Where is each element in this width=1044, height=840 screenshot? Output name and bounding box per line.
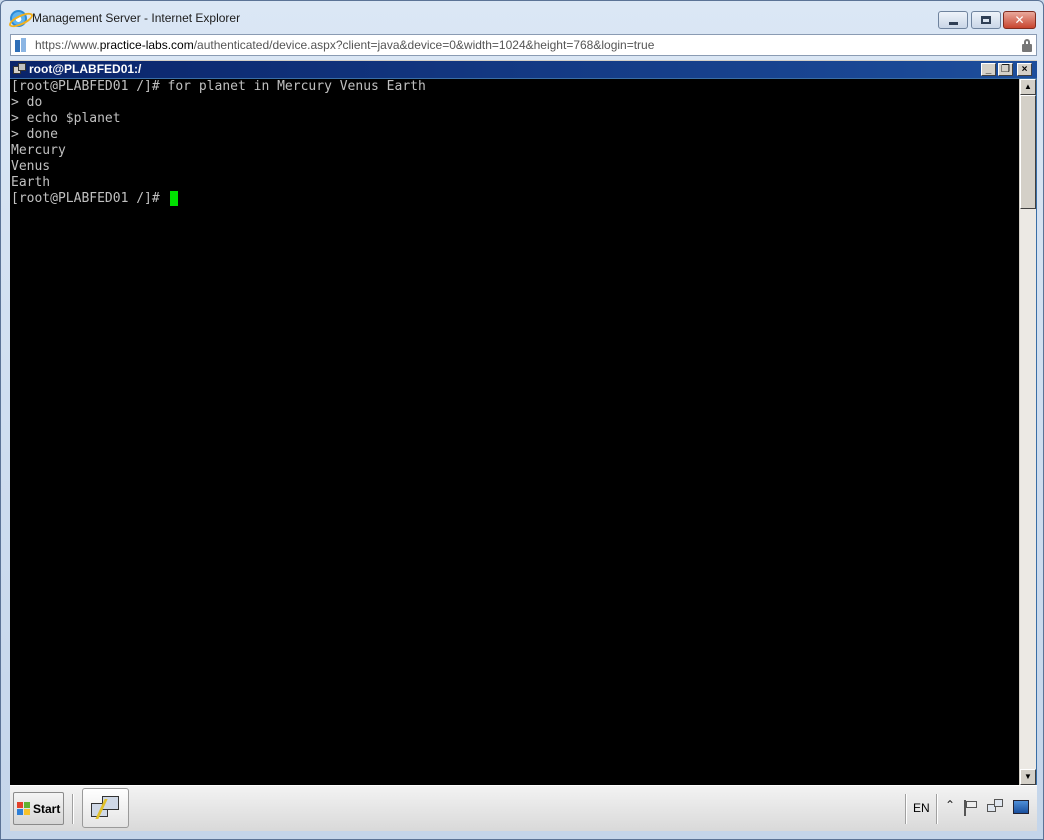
taskbar-separator — [72, 794, 74, 824]
site-icon — [15, 38, 29, 53]
close-icon: ✕ — [1014, 13, 1025, 27]
terminal-line: Earth — [11, 175, 51, 190]
terminal-output: [root@PLABFED01 /]# for planet in Mercur… — [11, 79, 426, 207]
terminal-screen[interactable]: [root@PLABFED01 /]# for planet in Mercur… — [10, 79, 1019, 785]
minimize-button[interactable] — [938, 11, 968, 29]
close-button[interactable]: ✕ — [1003, 11, 1036, 29]
address-url[interactable]: https://www.practice-labs.com/authentica… — [35, 38, 654, 52]
minimize-icon — [948, 21, 958, 25]
url-domain: practice-labs.com — [99, 38, 194, 52]
tray-separator — [936, 794, 938, 824]
terminal-restore-button[interactable]: ❐ — [998, 63, 1013, 76]
terminal-prompt: [root@PLABFED01 /]# — [11, 191, 168, 206]
action-center-flag-icon[interactable] — [963, 800, 979, 816]
lock-icon[interactable] — [1022, 39, 1032, 52]
browser-window: Management Server - Internet Explorer ✕ … — [0, 0, 1044, 840]
terminal-line: > echo $planet — [11, 111, 121, 126]
terminal-titlebar[interactable]: root@PLABFED01:/ _ ❐ × — [10, 60, 1037, 78]
scroll-up-button[interactable]: ▲ — [1020, 79, 1036, 95]
show-desktop-icon[interactable] — [1013, 800, 1029, 814]
start-label: Start — [33, 801, 61, 816]
taskbar: Start EN ⌃ — [10, 785, 1037, 831]
maximize-button[interactable] — [971, 11, 1001, 29]
terminal-title: root@PLABFED01:/ — [29, 62, 142, 76]
tray-separator — [905, 794, 907, 824]
terminal-line: Venus — [11, 159, 51, 174]
browser-title: Management Server - Internet Explorer — [32, 11, 241, 25]
internet-explorer-icon — [10, 10, 27, 27]
show-hidden-icons-icon[interactable]: ⌃ — [945, 798, 955, 812]
browser-titlebar[interactable]: Management Server - Internet Explorer ✕ — [1, 1, 1043, 35]
terminal-close-button[interactable]: × — [1017, 63, 1032, 76]
network-computers-icon — [91, 795, 121, 823]
language-indicator[interactable]: EN — [913, 801, 930, 815]
address-bar[interactable]: https://www.practice-labs.com/authentica… — [10, 34, 1037, 56]
start-button[interactable]: Start — [13, 792, 64, 825]
terminal-line: > do — [11, 95, 43, 110]
terminal-cursor — [169, 191, 178, 206]
terminal-line: Mercury — [11, 143, 66, 158]
scroll-down-button[interactable]: ▼ — [1020, 769, 1036, 785]
terminal-line: > done — [11, 127, 58, 142]
url-prefix: https://www. — [35, 38, 100, 52]
taskbar-app-putty[interactable] — [82, 788, 129, 828]
maximize-icon — [981, 16, 991, 24]
terminal-scrollbar[interactable]: ▲ ▼ — [1019, 79, 1036, 785]
network-icon[interactable] — [987, 799, 1005, 817]
scrollbar-thumb[interactable] — [1020, 95, 1036, 209]
terminal-prompt-line: [root@PLABFED01 /]# — [11, 191, 426, 207]
remote-desktop: root@PLABFED01:/ _ ❐ × [root@PLABFED01 /… — [10, 60, 1037, 831]
terminal-minimize-button[interactable]: _ — [981, 63, 996, 76]
url-path: /authenticated/device.aspx?client=java&d… — [193, 38, 655, 52]
windows-flag-icon — [17, 801, 31, 816]
terminal-line: [root@PLABFED01 /]# for planet in Mercur… — [11, 79, 426, 94]
putty-icon[interactable] — [13, 63, 27, 76]
